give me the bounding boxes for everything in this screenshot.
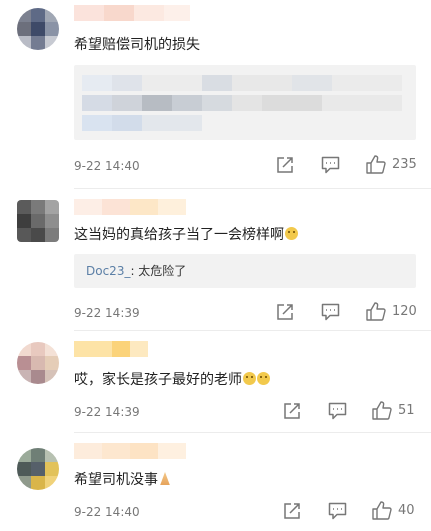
- share-icon: [277, 157, 293, 173]
- like-count: 40: [398, 502, 415, 518]
- comment-text: 这当妈的真给孩子当了一会榜样啊: [74, 225, 298, 245]
- smile-emoji-icon: [257, 372, 270, 385]
- thumbs-up-icon: [372, 401, 392, 420]
- reply-preview-text: Doc23_: 太危险了: [86, 263, 186, 279]
- like-button[interactable]: 235: [366, 155, 417, 174]
- comment-item: 哎，家长是孩子最好的老师 9-22 14:39 51: [0, 330, 431, 433]
- avatar[interactable]: [17, 8, 59, 50]
- avatar[interactable]: [17, 200, 59, 242]
- comment-item: 这当妈的真给孩子当了一会榜样啊 Doc23_: 太危险了 9-22 14:39 …: [0, 188, 431, 331]
- username[interactable]: [74, 5, 190, 21]
- share-icon: [284, 503, 300, 519]
- timestamp: 9-22 14:40: [74, 505, 140, 519]
- thumbs-up-icon: [366, 155, 386, 174]
- like-count: 235: [392, 156, 417, 172]
- thumbs-up-icon: [366, 302, 386, 321]
- username[interactable]: [74, 199, 186, 215]
- comment-text: 哎，家长是孩子最好的老师: [74, 370, 270, 390]
- like-button[interactable]: 51: [372, 401, 415, 420]
- like-count: 51: [398, 402, 415, 418]
- comment-text: 希望司机没事: [74, 470, 171, 490]
- share-button[interactable]: [276, 156, 294, 174]
- pray-emoji-icon: [160, 472, 170, 485]
- reply-preview[interactable]: Doc23_: 太危险了: [74, 254, 416, 288]
- share-button[interactable]: [276, 303, 294, 321]
- timestamp: 9-22 14:39: [74, 405, 140, 419]
- like-button[interactable]: 40: [372, 501, 415, 520]
- smile-emoji-icon: [243, 372, 256, 385]
- comment-icon: [328, 402, 347, 420]
- comment-text-body: 哎，家长是孩子最好的老师: [74, 372, 242, 388]
- comment-button[interactable]: [321, 156, 340, 174]
- comment-text-body: 这当妈的真给孩子当了一会榜样啊: [74, 227, 284, 243]
- share-icon: [284, 403, 300, 419]
- avatar[interactable]: [17, 448, 59, 490]
- smile-emoji-icon: [285, 227, 298, 240]
- share-button[interactable]: [283, 502, 301, 520]
- like-count: 120: [392, 303, 417, 319]
- username[interactable]: [74, 443, 186, 459]
- comment-button[interactable]: [328, 502, 347, 520]
- username[interactable]: [74, 341, 148, 357]
- thumbs-up-icon: [372, 501, 392, 520]
- comment-item: 希望赔偿司机的损失 9-22 14:40 235: [0, 0, 431, 189]
- comment-icon: [321, 156, 340, 174]
- reply-text: : 太危险了: [130, 264, 187, 278]
- avatar[interactable]: [17, 342, 59, 384]
- timestamp: 9-22 14:40: [74, 159, 140, 173]
- reply-user-link[interactable]: Doc23_: [86, 264, 130, 278]
- comment-button[interactable]: [321, 303, 340, 321]
- blurred-quote: [74, 65, 416, 140]
- share-icon: [277, 304, 293, 320]
- timestamp: 9-22 14:39: [74, 306, 140, 320]
- share-button[interactable]: [283, 402, 301, 420]
- comment-icon: [321, 303, 340, 321]
- comment-button[interactable]: [328, 402, 347, 420]
- comment-text-body: 希望司机没事: [74, 472, 158, 488]
- comment-text: 希望赔偿司机的损失: [74, 37, 200, 53]
- comment-icon: [328, 502, 347, 520]
- comment-item: 希望司机没事 9-22 14:40 40: [0, 432, 431, 531]
- like-button[interactable]: 120: [366, 302, 417, 321]
